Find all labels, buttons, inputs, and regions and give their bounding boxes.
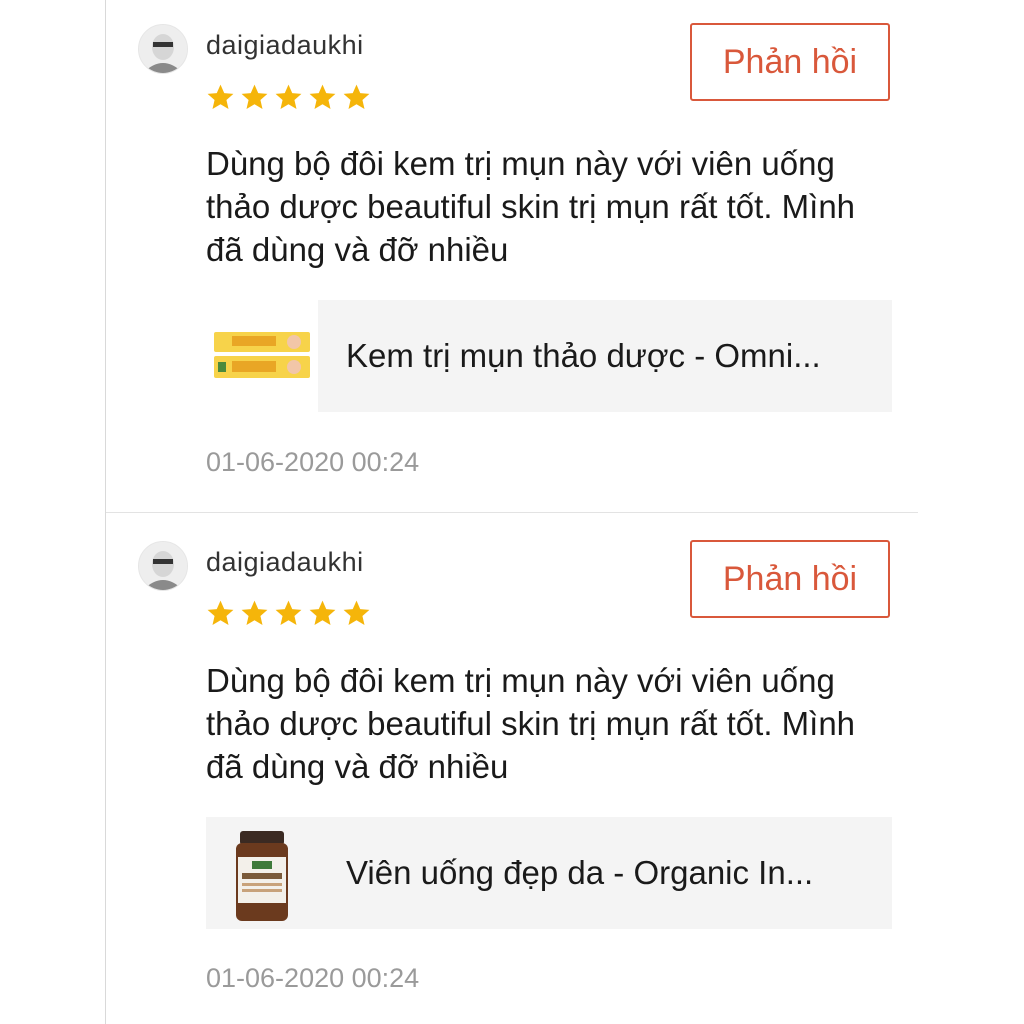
star-icon bbox=[275, 600, 302, 625]
username[interactable]: daigiadaukhi bbox=[206, 547, 364, 578]
username[interactable]: daigiadaukhi bbox=[206, 30, 364, 61]
product-link[interactable]: Viên uống đẹp da - Organic In... bbox=[206, 817, 892, 929]
reply-button[interactable]: Phản hồi bbox=[690, 540, 890, 618]
review-timestamp: 01-06-2020 00:24 bbox=[206, 963, 420, 993]
review-comment: Dùng bộ đôi kem trị mụn này với viên uốn… bbox=[206, 662, 856, 785]
star-rating bbox=[205, 82, 372, 113]
star-icon bbox=[207, 84, 234, 109]
avatar[interactable] bbox=[138, 541, 188, 591]
review-item: daigiadaukhi Phản hồi Dùng bộ đôi kem tr… bbox=[106, 513, 918, 1024]
star-icon bbox=[275, 84, 302, 109]
review-comment: Dùng bộ đôi kem trị mụn này với viên uốn… bbox=[206, 145, 856, 268]
reply-button[interactable]: Phản hồi bbox=[690, 23, 890, 101]
star-rating bbox=[205, 598, 372, 629]
star-icon bbox=[309, 600, 336, 625]
product-link[interactable]: Kem trị mụn thảo dược - Omni... bbox=[206, 300, 892, 412]
product-name[interactable]: Viên uống đẹp da - Organic In... bbox=[346, 817, 876, 929]
product-name[interactable]: Kem trị mụn thảo dược - Omni... bbox=[346, 300, 876, 412]
star-icon bbox=[241, 600, 268, 625]
star-icon bbox=[343, 600, 370, 625]
cream-tube-image bbox=[206, 300, 318, 412]
supplement-bottle-image bbox=[236, 831, 288, 921]
star-icon bbox=[241, 84, 268, 109]
review-timestamp: 01-06-2020 00:24 bbox=[206, 447, 420, 477]
avatar[interactable] bbox=[138, 24, 188, 74]
star-icon bbox=[343, 84, 370, 109]
star-icon bbox=[309, 84, 336, 109]
star-icon bbox=[207, 600, 234, 625]
review-item: daigiadaukhi Phản hồi Dùng bộ đôi kem tr… bbox=[106, 0, 918, 513]
